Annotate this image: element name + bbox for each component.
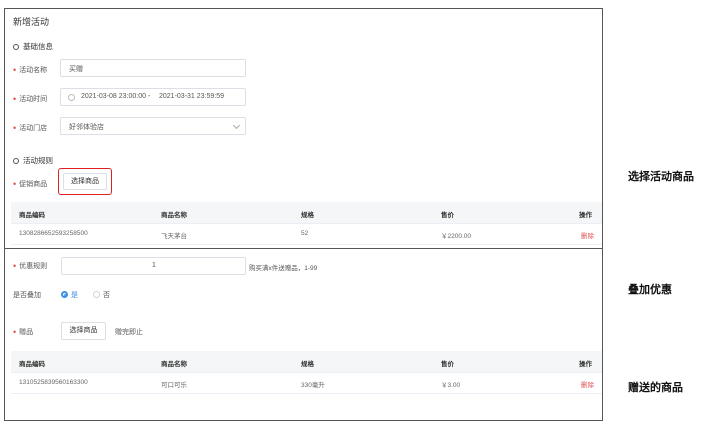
cell-spec: 52 bbox=[301, 230, 309, 237]
circle-icon bbox=[13, 158, 19, 164]
table-header: 商品编码 商品名称 规格 售价 操作 bbox=[11, 351, 602, 373]
circle-icon bbox=[13, 44, 19, 50]
stack-no-label[interactable]: 否 bbox=[103, 290, 110, 300]
activity-time-range-picker[interactable]: 2021-03-08 23:00:00 - 2021-03-31 23:59:5… bbox=[60, 88, 246, 106]
discount-threshold-value: 1 bbox=[152, 262, 156, 269]
table-header: 商品编码 商品名称 规格 售价 操作 bbox=[11, 202, 602, 224]
promo-products-label: • 促销商品 bbox=[13, 179, 47, 189]
header-spec: 规格 bbox=[301, 212, 314, 219]
time-range-separator: - bbox=[148, 93, 151, 100]
required-mark: • bbox=[13, 65, 17, 75]
required-mark: • bbox=[13, 94, 17, 104]
activity-store-select[interactable]: 好邻体验店 bbox=[60, 117, 246, 135]
table-row: 1308286652593258500 飞天茅台 52 ￥2200.00 删除 bbox=[11, 224, 602, 245]
required-mark: • bbox=[13, 179, 17, 189]
stack-no-radio[interactable] bbox=[93, 291, 100, 298]
activity-store-label: • 活动门店 bbox=[13, 123, 47, 133]
stack-discount-label: 是否叠加 bbox=[13, 292, 41, 299]
discount-rule-label-text: 优惠规则 bbox=[19, 263, 48, 270]
basic-info-section: 基础信息 bbox=[13, 41, 53, 52]
header-action: 操作 bbox=[579, 361, 592, 368]
page-title: 新增活动 bbox=[13, 17, 50, 27]
gift-select-products-button[interactable]: 选择商品 bbox=[61, 322, 106, 340]
activity-store-label-text: 活动门店 bbox=[19, 125, 48, 132]
cell-product-code: 1310525839560163300 bbox=[19, 379, 88, 386]
activity-store-value: 好邻体验店 bbox=[69, 124, 104, 131]
activity-form-panel: 新增活动 基础信息 • 活动名称 买赠 • 活动时间 2021-03-08 23:0… bbox=[4, 8, 603, 249]
table-row: 1310525839560163300 可口可乐 330毫升 ￥3.00 删除 bbox=[11, 373, 602, 394]
select-products-button[interactable]: 选择商品 bbox=[63, 173, 107, 190]
header-spec: 规格 bbox=[301, 361, 314, 368]
required-mark: • bbox=[13, 261, 17, 271]
activity-name-value: 买赠 bbox=[69, 66, 83, 73]
activity-time-label-text: 活动时间 bbox=[19, 96, 48, 103]
header-product-name: 商品名称 bbox=[161, 361, 187, 368]
time-end-value: 2021-03-31 23:59:59 bbox=[159, 93, 224, 100]
cell-price: ￥2200.00 bbox=[441, 233, 471, 240]
header-price: 售价 bbox=[441, 361, 454, 368]
activity-name-label-text: 活动名称 bbox=[19, 67, 48, 74]
cell-product-name: 可口可乐 bbox=[161, 382, 187, 389]
stack-yes-label[interactable]: 是 bbox=[71, 290, 78, 300]
header-price: 售价 bbox=[441, 212, 454, 219]
rules-section: 活动规则 bbox=[13, 155, 53, 166]
gift-label: • 赠品 bbox=[13, 327, 33, 337]
activity-name-label: • 活动名称 bbox=[13, 65, 47, 75]
discount-rule-label: • 优惠规则 bbox=[13, 261, 47, 271]
header-product-name: 商品名称 bbox=[161, 212, 187, 219]
rules-heading: 活动规则 bbox=[23, 156, 53, 165]
promo-products-table: 商品编码 商品名称 规格 售价 操作 1308286652593258500 飞… bbox=[11, 202, 602, 246]
cell-spec: 330毫升 bbox=[301, 382, 325, 389]
gift-products-table: 商品编码 商品名称 规格 售价 操作 1310525839560163300 可… bbox=[11, 351, 602, 395]
stack-yes-radio[interactable] bbox=[61, 291, 68, 298]
discount-rule-hint: 购买满x件送赠品，1-99 bbox=[249, 265, 318, 272]
header-product-code: 商品编码 bbox=[19, 361, 45, 368]
required-mark: • bbox=[13, 123, 17, 133]
delete-link[interactable]: 删除 bbox=[581, 230, 594, 240]
cell-product-name: 飞天茅台 bbox=[161, 233, 187, 240]
activity-rules-panel: • 优惠规则 1 购买满x件送赠品，1-99 是否叠加 是 否 • 赠品 选择商品 … bbox=[4, 248, 603, 421]
callout-stack-discount: 叠加优惠 bbox=[628, 284, 672, 296]
delete-link[interactable]: 删除 bbox=[581, 379, 594, 389]
time-start-value: 2021-03-08 23:00:00 bbox=[81, 93, 146, 100]
callout-gift-products: 赠送的商品 bbox=[628, 382, 683, 394]
header-action: 操作 bbox=[579, 212, 592, 219]
chevron-down-icon bbox=[232, 121, 241, 130]
cell-product-code: 1308286652593258500 bbox=[19, 230, 88, 237]
discount-threshold-input[interactable]: 1 bbox=[61, 257, 246, 275]
cell-price: ￥3.00 bbox=[441, 382, 461, 389]
activity-name-input[interactable]: 买赠 bbox=[60, 59, 246, 77]
callout-select-products: 选择活动商品 bbox=[628, 171, 694, 183]
gift-label-text: 赠品 bbox=[19, 329, 34, 336]
promo-products-label-text: 促销商品 bbox=[19, 181, 48, 188]
basic-info-heading: 基础信息 bbox=[23, 42, 53, 51]
clock-icon bbox=[68, 94, 75, 101]
gift-hint: 赠完即止 bbox=[115, 329, 143, 336]
required-mark: • bbox=[13, 327, 17, 337]
activity-time-label: • 活动时间 bbox=[13, 94, 47, 104]
header-product-code: 商品编码 bbox=[19, 212, 45, 219]
